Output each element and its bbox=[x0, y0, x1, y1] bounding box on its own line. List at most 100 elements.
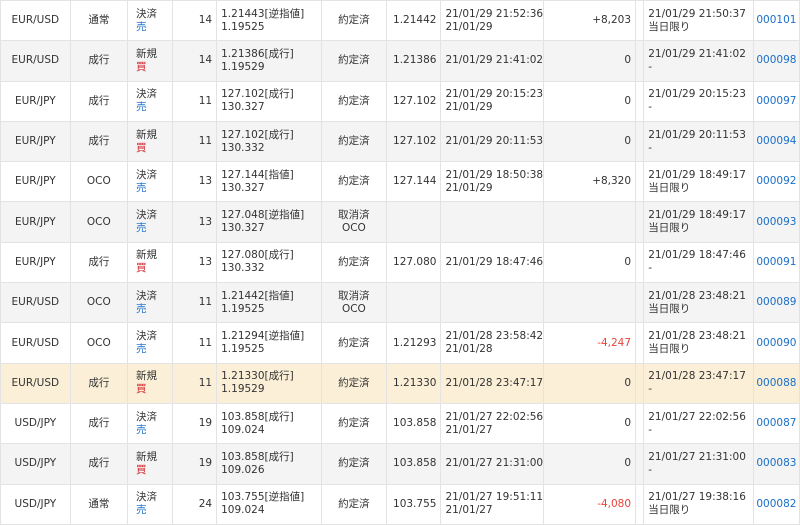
order-price-value: 1.21443[逆指値] bbox=[221, 7, 305, 20]
trade-side: 決済 売 bbox=[127, 0, 174, 42]
order-quantity: 19 bbox=[172, 402, 218, 445]
order-datetime: 21/01/29 20:15:23 bbox=[648, 88, 746, 101]
trade-direction: 買 bbox=[136, 463, 147, 476]
order-id-cell[interactable]: 000093 bbox=[752, 201, 800, 243]
order-status-sub: OCO bbox=[341, 302, 366, 315]
order-id-link[interactable]: 000083 bbox=[756, 457, 796, 469]
order-id-link[interactable]: 000097 bbox=[756, 95, 796, 107]
order-status: 約定済 bbox=[320, 80, 388, 122]
order-status-label: 約定済 bbox=[338, 14, 370, 27]
order-id-link[interactable]: 000082 bbox=[756, 498, 796, 510]
order-id-cell[interactable]: 000083 bbox=[752, 443, 800, 485]
order-status-label: 約定済 bbox=[338, 54, 370, 67]
order-id-link[interactable]: 000094 bbox=[756, 135, 796, 147]
order-status: 約定済 bbox=[320, 120, 388, 163]
order-price: 127.102[成行] 130.332 bbox=[216, 120, 322, 163]
execution-time: 21/01/27 19:51:11 21/01/27 bbox=[440, 483, 544, 525]
order-quantity: 11 bbox=[172, 282, 218, 324]
order-id-cell[interactable]: 000092 bbox=[752, 161, 800, 203]
order-id-link[interactable]: 000087 bbox=[756, 417, 796, 429]
order-id-link[interactable]: 000101 bbox=[756, 14, 796, 26]
order-price: 1.21330[成行] 1.19529 bbox=[216, 362, 322, 404]
order-price: 103.858[成行] 109.026 bbox=[216, 443, 322, 485]
order-status-label: 約定済 bbox=[338, 497, 370, 510]
executed-price: 127.144 bbox=[386, 161, 442, 203]
order-id-link[interactable]: 000090 bbox=[756, 337, 796, 349]
order-datetime: 21/01/28 23:47:17 bbox=[648, 370, 746, 383]
order-rate-value: 109.024 bbox=[221, 423, 265, 436]
trade-side: 決済 売 bbox=[127, 483, 174, 525]
validity-period: - bbox=[648, 141, 653, 154]
order-quantity: 11 bbox=[172, 322, 218, 364]
order-validity: 21/01/27 21:31:00 - bbox=[643, 443, 754, 485]
order-id-link[interactable]: 000093 bbox=[756, 216, 796, 228]
trade-direction: 買 bbox=[136, 60, 147, 73]
execution-time: 21/01/29 18:50:38 21/01/29 bbox=[440, 161, 544, 203]
currency-pair: EUR/JPY bbox=[0, 201, 71, 243]
order-status: 約定済 bbox=[320, 483, 388, 525]
validity-period: - bbox=[648, 262, 653, 275]
executed-price bbox=[386, 282, 442, 324]
trade-direction: 売 bbox=[136, 302, 147, 315]
executed-price: 127.080 bbox=[386, 241, 442, 284]
profit-loss: 0 bbox=[542, 443, 637, 485]
profit-loss bbox=[542, 282, 637, 324]
order-type: 成行 bbox=[69, 241, 129, 284]
order-id-cell[interactable]: 000097 bbox=[752, 80, 800, 122]
table-row: EUR/JPY 成行 決済 売 11 127.102[成行] 130.327 約… bbox=[0, 80, 800, 122]
order-price: 1.21294[逆指値] 1.19525 bbox=[216, 322, 322, 364]
trade-side: 新規 買 bbox=[127, 443, 174, 485]
order-validity: 21/01/29 21:50:37 当日限り bbox=[643, 0, 754, 42]
order-id-cell[interactable]: 000101 bbox=[752, 0, 800, 42]
order-id-link[interactable]: 000089 bbox=[756, 296, 796, 308]
order-id-cell[interactable]: 000094 bbox=[752, 120, 800, 163]
executed-price: 127.102 bbox=[386, 120, 442, 163]
trade-direction: 売 bbox=[136, 181, 147, 194]
spacer-cell bbox=[635, 201, 645, 243]
profit-loss: 0 bbox=[542, 402, 637, 445]
spacer-cell bbox=[635, 322, 645, 364]
order-id-link[interactable]: 000091 bbox=[756, 256, 796, 268]
order-type: OCO bbox=[69, 282, 129, 324]
trade-side: 決済 売 bbox=[127, 80, 174, 122]
order-datetime: 21/01/29 18:49:17 bbox=[648, 209, 746, 222]
order-id-cell[interactable]: 000098 bbox=[752, 40, 800, 82]
currency-pair: EUR/USD bbox=[0, 322, 71, 364]
profit-loss: 0 bbox=[542, 241, 637, 284]
table-row: USD/JPY 成行 新規 買 19 103.858[成行] 109.026 約… bbox=[0, 443, 800, 485]
trade-direction: 売 bbox=[136, 343, 147, 356]
trade-kind: 決済 bbox=[136, 289, 158, 302]
validity-period: - bbox=[648, 383, 653, 396]
order-datetime: 21/01/29 18:49:17 bbox=[648, 168, 746, 181]
order-type: 通常 bbox=[69, 0, 129, 42]
execution-date: 21/01/29 bbox=[445, 20, 493, 33]
execution-time: 21/01/29 20:15:23 21/01/29 bbox=[440, 80, 544, 122]
order-quantity: 24 bbox=[172, 483, 218, 525]
order-price: 1.21443[逆指値] 1.19525 bbox=[216, 0, 322, 42]
order-id-cell[interactable]: 000090 bbox=[752, 322, 800, 364]
order-quantity: 14 bbox=[172, 0, 218, 42]
profit-loss: -4,080 bbox=[542, 483, 637, 525]
order-quantity: 13 bbox=[172, 161, 218, 203]
order-id-link[interactable]: 000098 bbox=[756, 54, 796, 66]
order-id-cell[interactable]: 000082 bbox=[752, 483, 800, 525]
order-type: 成行 bbox=[69, 120, 129, 163]
currency-pair: EUR/JPY bbox=[0, 80, 71, 122]
order-status: 約定済 bbox=[320, 322, 388, 364]
spacer-cell bbox=[635, 80, 645, 122]
order-id-link[interactable]: 000092 bbox=[756, 175, 796, 187]
order-id-cell[interactable]: 000089 bbox=[752, 282, 800, 324]
order-rate-value: 109.026 bbox=[221, 463, 265, 476]
order-datetime: 21/01/29 21:41:02 bbox=[648, 47, 746, 60]
order-id-cell[interactable]: 000087 bbox=[752, 402, 800, 445]
order-id-link[interactable]: 000088 bbox=[756, 377, 796, 389]
profit-loss bbox=[542, 201, 637, 243]
trade-kind: 決済 bbox=[136, 88, 158, 101]
order-id-cell[interactable]: 000091 bbox=[752, 241, 800, 284]
spacer-cell bbox=[635, 241, 645, 284]
order-id-cell[interactable]: 000088 bbox=[752, 362, 800, 404]
validity-period: 当日限り bbox=[648, 181, 691, 194]
trade-kind: 決済 bbox=[136, 410, 158, 423]
order-status-label: 約定済 bbox=[338, 376, 370, 389]
executed-price: 103.858 bbox=[386, 443, 442, 485]
